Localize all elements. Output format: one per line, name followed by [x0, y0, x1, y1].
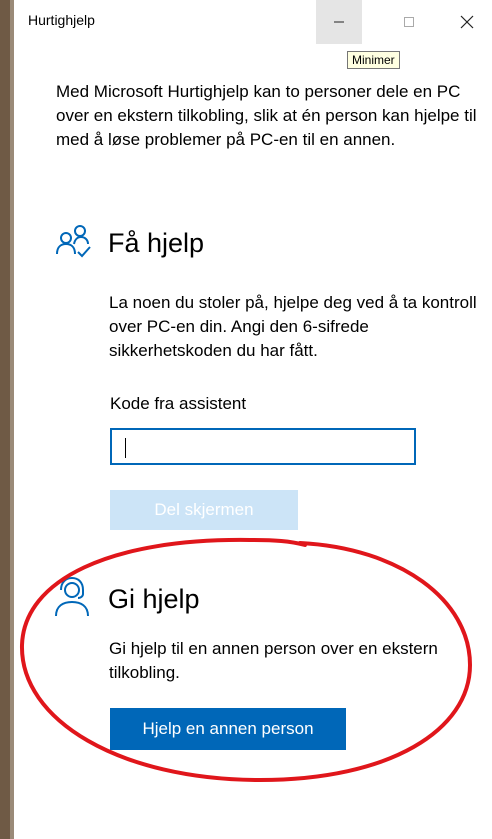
help-another-person-button[interactable]: Hjelp en annen person	[110, 708, 346, 750]
maximize-button[interactable]	[386, 0, 432, 44]
minimize-tooltip: Minimer	[347, 51, 400, 69]
get-help-heading: Få hjelp	[108, 228, 205, 258]
intro-text: Med Microsoft Hurtighjelp kan to persone…	[56, 82, 477, 149]
text-caret	[125, 438, 126, 458]
close-button[interactable]	[444, 0, 490, 44]
window-title: Hurtighjelp	[28, 12, 95, 28]
quick-assist-window: Hurtighjelp Minimer Med Microsoft Hurtig…	[14, 0, 492, 839]
give-help-heading: Gi hjelp	[108, 584, 200, 614]
share-screen-button[interactable]: Del skjermen	[110, 490, 298, 530]
headset-person-icon	[55, 576, 89, 617]
give-help-description: Gi hjelp til en annen person over en eks…	[109, 639, 438, 682]
maximize-icon	[404, 17, 414, 27]
code-input[interactable]	[110, 428, 416, 465]
close-icon	[460, 15, 474, 29]
title-bar[interactable]: Hurtighjelp	[14, 0, 492, 44]
code-label: Kode fra assistent	[110, 394, 247, 413]
minimize-button[interactable]	[316, 0, 362, 44]
people-icon	[56, 225, 91, 258]
minimize-icon	[334, 21, 344, 23]
get-help-description: La noen du stoler på, hjelpe deg ved å t…	[109, 293, 477, 360]
left-window-edge	[0, 0, 10, 839]
